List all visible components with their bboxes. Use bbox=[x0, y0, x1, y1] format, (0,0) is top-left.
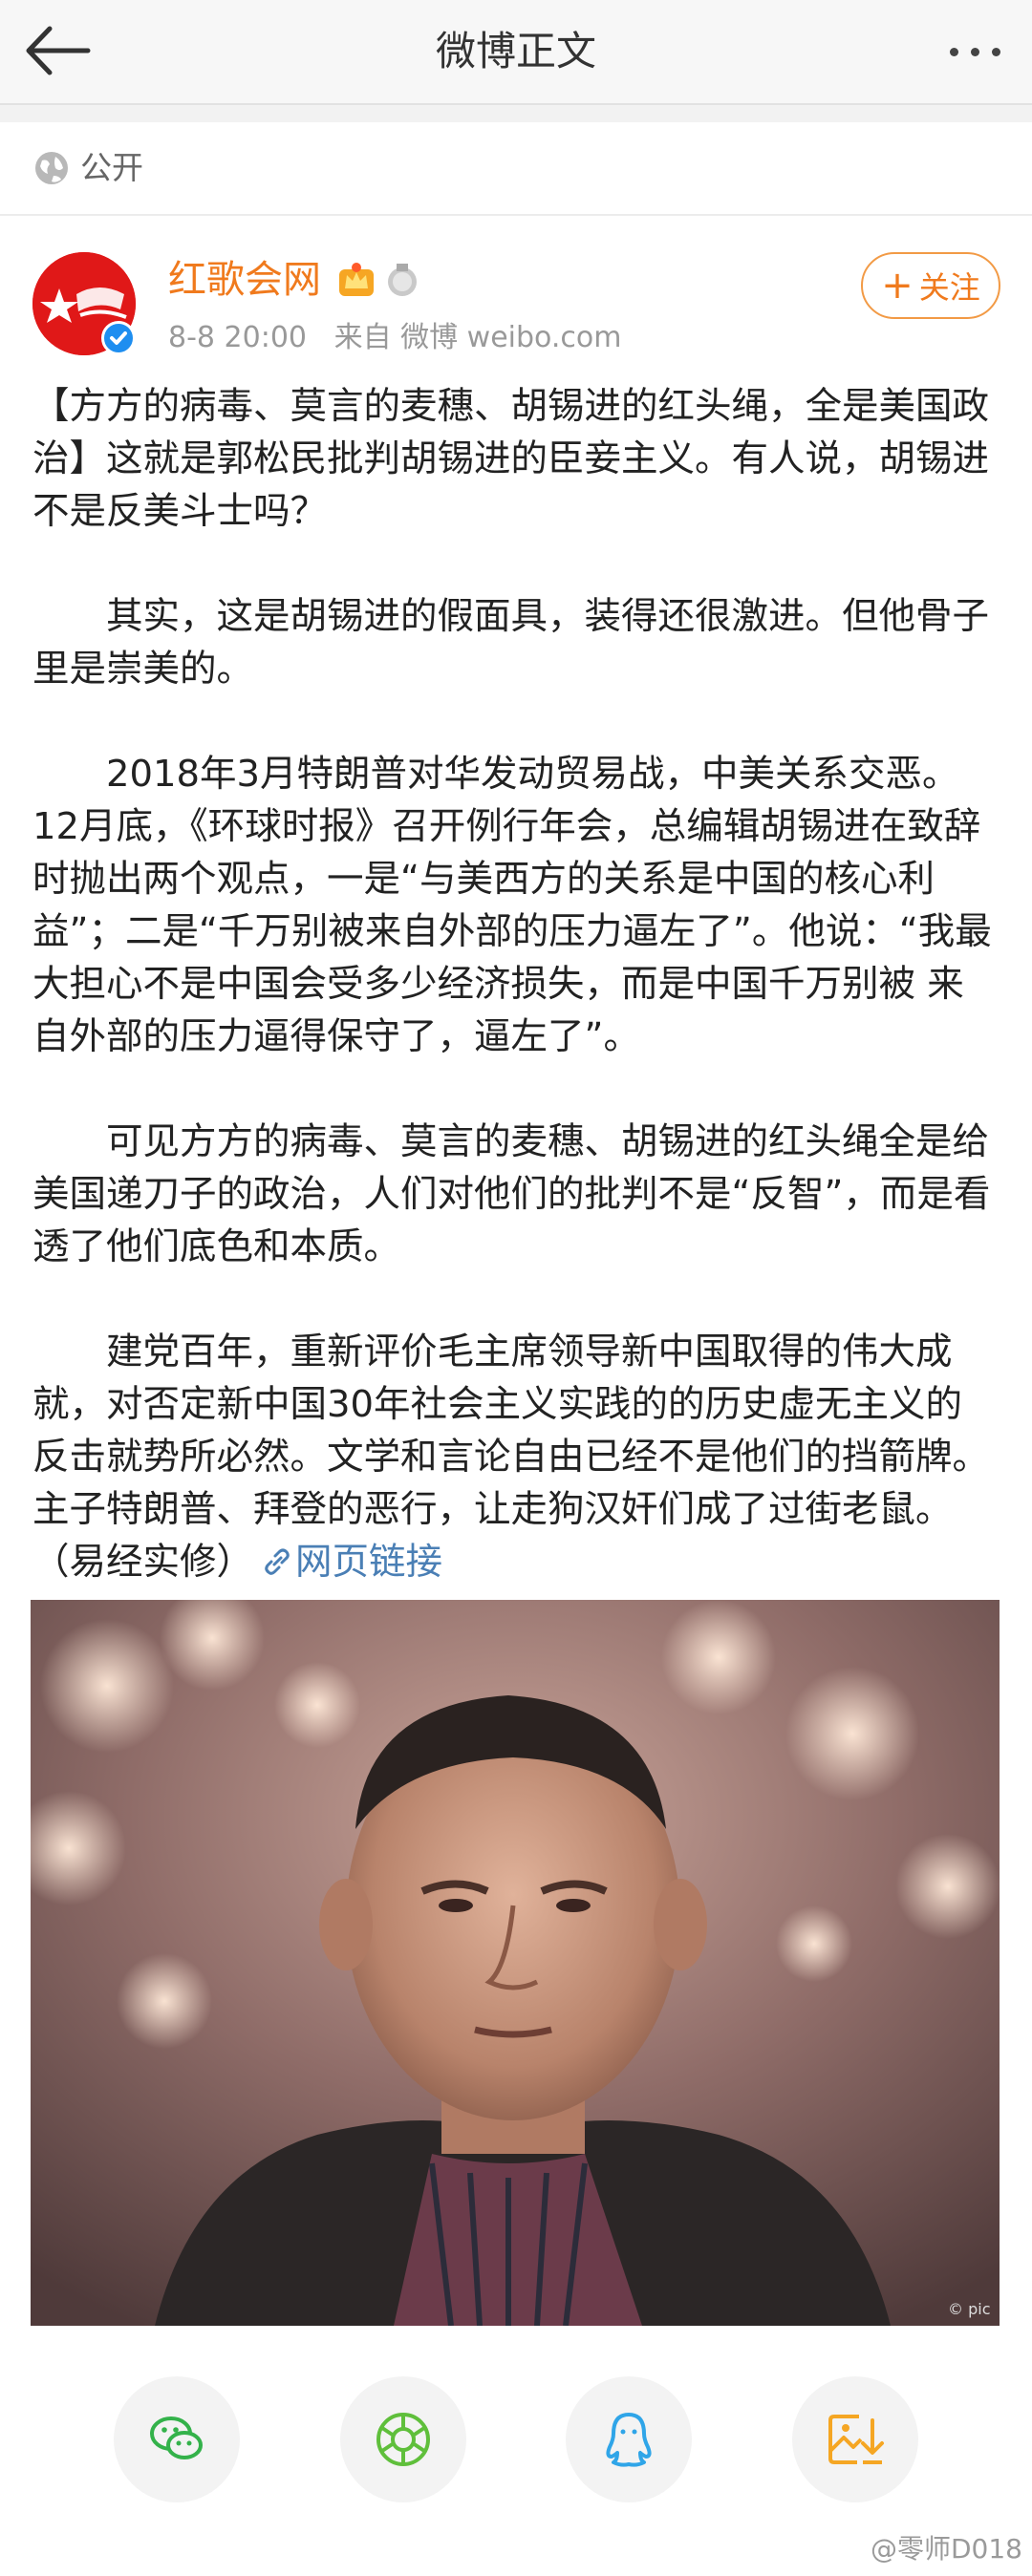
share-bar bbox=[0, 2376, 1032, 2510]
follow-label: 关注 bbox=[918, 269, 980, 306]
moments-share-button[interactable] bbox=[340, 2376, 466, 2502]
privacy-label: 公开 bbox=[80, 149, 143, 186]
divider bbox=[0, 105, 1032, 122]
globe-icon bbox=[35, 152, 68, 184]
wechat-share-button[interactable] bbox=[114, 2376, 240, 2502]
qq-share-button[interactable] bbox=[566, 2376, 692, 2502]
post-source: 来自 微博 weibo.com bbox=[333, 321, 622, 354]
top-bar: 微博正文 bbox=[0, 0, 1032, 105]
post-image[interactable]: © pic bbox=[31, 1600, 1000, 2326]
moments-icon bbox=[376, 2413, 430, 2466]
web-link[interactable]: 网页链接 bbox=[253, 1541, 442, 1584]
paragraph-last: 建党百年，重新评价毛主席领导新中国取得的伟大成就，对否定新中国30年社会主义实践… bbox=[32, 1326, 998, 1588]
post-time: 8-8 20:00 bbox=[168, 321, 307, 354]
paragraph: 可见方方的病毒、莫言的麦穗、胡锡进的红头绳全是给美国递刀子的政治，人们对他们的批… bbox=[32, 1120, 991, 1268]
plus-icon: + bbox=[881, 264, 914, 308]
verified-icon bbox=[101, 321, 136, 355]
medal-badge-icon[interactable] bbox=[384, 262, 420, 298]
author-name[interactable]: 红歌会网 bbox=[168, 256, 321, 304]
watermark: @零师D018 bbox=[870, 2533, 1022, 2565]
paragraph: 【方方的病毒、莫言的麦穗、胡锡进的红头绳，全是美国政治】这就是郭松民批判胡锡进的… bbox=[32, 385, 990, 533]
privacy-row: 公开 bbox=[0, 122, 1032, 216]
more-dots-icon[interactable] bbox=[942, 29, 1009, 76]
post-content: 【方方的病毒、莫言的麦穗、胡锡进的红头绳，全是美国政治】这就是郭松民批判胡锡进的… bbox=[32, 380, 998, 1588]
link-icon bbox=[265, 1548, 290, 1575]
post-meta: 8-8 20:00 来自 微博 weibo.com bbox=[168, 319, 622, 357]
paragraph-text: 建党百年，重新评价毛主席领导新中国取得的伟大成就，对否定新中国30年社会主义实践… bbox=[32, 1331, 990, 1584]
page-title: 微博正文 bbox=[435, 28, 596, 75]
qq-icon bbox=[606, 2413, 652, 2467]
photo-caption: © pic bbox=[948, 2300, 990, 2318]
follow-button[interactable]: + 关注 bbox=[861, 252, 1000, 319]
save-image-icon bbox=[828, 2415, 884, 2464]
paragraph: 2018年3月特朗普对华发动贸易战，中美关系交恶。12月底，《环球时报》召开例行… bbox=[32, 753, 992, 1058]
link-label: 网页链接 bbox=[295, 1541, 443, 1584]
paragraph: 其实，这是胡锡进的假面具，装得还很激进。但他骨子里是崇美的。 bbox=[32, 595, 990, 691]
save-image-button[interactable] bbox=[792, 2376, 918, 2502]
wechat-icon bbox=[150, 2416, 203, 2459]
crown-badge-icon[interactable] bbox=[336, 260, 376, 300]
